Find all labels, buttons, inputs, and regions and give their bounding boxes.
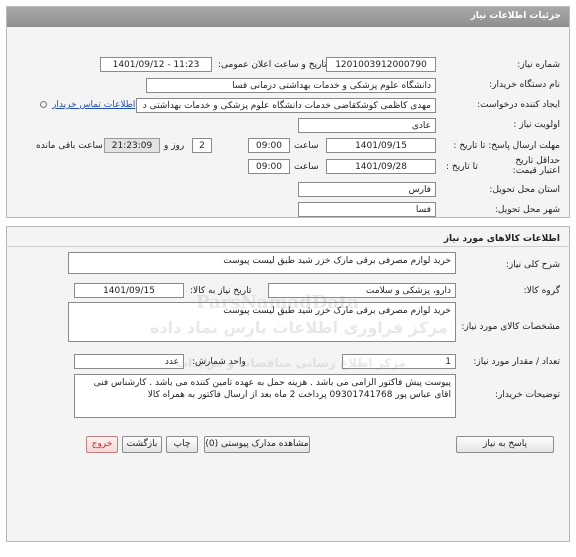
need-number-label: شماره نیاز:: [517, 60, 560, 70]
days-label: روز و: [164, 141, 185, 151]
remaining-label: ساعت باقی مانده: [36, 141, 103, 151]
summary-field[interactable]: خرید لوازم مصرفی برقی مارک خزر شید طبق ل…: [68, 252, 456, 274]
summary-label: شرح کلی نیاز:: [505, 260, 560, 270]
reply-button[interactable]: پاسخ به نیاز: [456, 436, 554, 453]
countdown-field: 21:23:09: [104, 138, 160, 153]
spec-field[interactable]: خرید لوازم مصرفی برقی مارک خزر شید طبق ل…: [68, 302, 456, 342]
divider: [6, 246, 570, 247]
validity-date-field[interactable]: 1401/09/28: [326, 159, 436, 174]
creator-field[interactable]: مهدی کاظمی کوشکقاضی خدمات دانشگاه علوم پ…: [136, 98, 436, 113]
spec-label: مشخصات کالای مورد نیاز:: [461, 322, 560, 332]
group-label: گروه کالا:: [523, 286, 560, 296]
validity-to-label: تا تاریخ :: [446, 162, 478, 172]
deadline-time-field[interactable]: 09:00: [248, 138, 290, 153]
announce-datetime-label: تاریخ و ساعت اعلان عمومی:: [218, 60, 327, 70]
qty-label: تعداد / مقدار مورد نیاز:: [473, 357, 560, 367]
need-date-field[interactable]: 1401/09/15: [74, 283, 184, 298]
panel-header: جزئیات اطلاعات نیاز: [7, 7, 569, 27]
need-date-label: تاریخ نیاز به کالا:: [190, 286, 252, 296]
city-field[interactable]: فسا: [298, 202, 436, 217]
priority-label: اولویت نیاز :: [513, 120, 560, 130]
need-number-field[interactable]: 1201003912000790: [326, 57, 436, 72]
description-field[interactable]: پیوست پیش فاکتور الزامی می باشد . هزینه …: [74, 374, 456, 418]
description-label: توضیحات خریدار:: [494, 390, 560, 400]
buyer-org-field[interactable]: دانشگاه علوم پزشکی و خدمات بهداشتی درمان…: [146, 78, 436, 93]
province-label: استان محل تحویل:: [489, 185, 560, 195]
goods-section-title: اطلاعات کالاهای مورد نیاز: [443, 234, 560, 244]
validity-time-field[interactable]: 09:00: [248, 159, 290, 174]
buyer-contact-link[interactable]: اطلاعات تماس خریدار: [52, 100, 135, 110]
exit-button[interactable]: خروج: [86, 436, 118, 453]
remaining-days-field: 2: [192, 138, 212, 153]
back-button[interactable]: بازگشت: [122, 436, 162, 453]
announce-datetime-field[interactable]: 1401/09/12 - 11:23: [100, 57, 212, 72]
deadline-date-field[interactable]: 1401/09/15: [326, 138, 436, 153]
unit-field[interactable]: عدد: [74, 354, 184, 369]
deadline-time-label: ساعت: [294, 141, 319, 151]
province-field[interactable]: فارس: [298, 182, 436, 197]
priority-field[interactable]: عادی: [298, 118, 436, 133]
city-label: شهر محل تحویل:: [494, 205, 560, 215]
unit-label: واحد شمارش:: [192, 357, 246, 367]
buyer-org-label: نام دستگاه خریدار:: [489, 80, 560, 90]
qty-field[interactable]: 1: [342, 354, 456, 369]
creator-label: ایجاد کننده درخواست:: [477, 100, 560, 110]
info-icon: [40, 101, 47, 108]
print-button[interactable]: چاپ: [166, 436, 198, 453]
validity-time-label: ساعت: [294, 162, 319, 172]
group-field[interactable]: دارو، پزشکی و سلامت: [268, 283, 456, 298]
validity-label: حداقل تاریخ اعتبار قیمت:: [512, 156, 560, 176]
attachments-button[interactable]: مشاهده مدارک پیوستی (0): [204, 436, 310, 453]
deadline-label: مهلت ارسال پاسخ: تا تاریخ :: [453, 141, 560, 151]
